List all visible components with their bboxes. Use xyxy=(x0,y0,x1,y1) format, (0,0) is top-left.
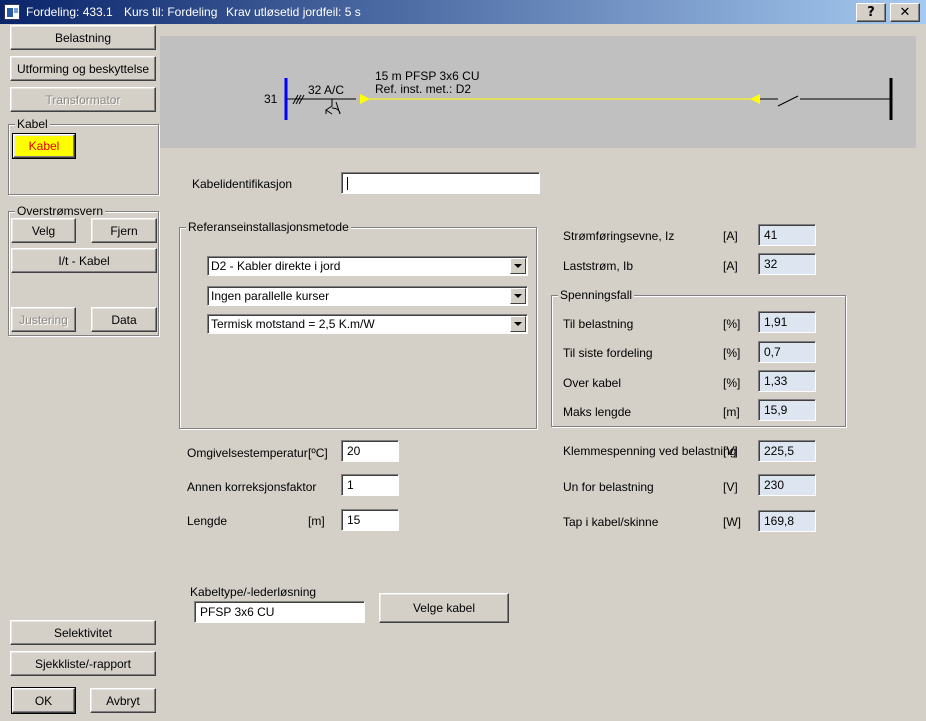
velge-kabel-button[interactable]: Velge kabel xyxy=(379,593,509,623)
ib-label: Laststrøm, Ib xyxy=(563,259,634,273)
transformator-button[interactable]: Transformator xyxy=(10,87,156,112)
tap-label: Tap i kabel/skinne xyxy=(563,515,659,529)
til-belastning-label: Til belastning xyxy=(563,317,634,331)
til-siste-fordeling-label: Til siste fordeling xyxy=(563,346,653,360)
breaker-icon xyxy=(325,99,341,115)
un-unit: [V] xyxy=(723,480,738,494)
app-icon xyxy=(4,4,20,20)
temp-label: Omgivelsestemperatur xyxy=(187,446,308,460)
klemmespenning-label: Klemmespenning ved belastning xyxy=(563,444,737,458)
lengde-input[interactable]: 15 xyxy=(341,509,399,531)
til-siste-fordeling-unit: [%] xyxy=(723,346,741,360)
termisk-motstand-value: Termisk motstand = 2,5 K.m/W xyxy=(211,317,375,331)
iz-label: Strømføringsevne, Iz xyxy=(563,229,675,243)
fjern-button[interactable]: Fjern xyxy=(91,218,157,243)
sjekkliste-button[interactable]: Sjekkliste/-rapport xyxy=(10,651,156,676)
maks-lengde-label: Maks lengde xyxy=(563,405,632,419)
it-kabel-button[interactable]: I/t - Kabel xyxy=(11,248,157,273)
single-line-diagram: 31 32 A/C 15 m PFSP 3x6 CU Ref. inst. me… xyxy=(160,36,916,148)
cable-label: 15 m PFSP 3x6 CU xyxy=(375,69,480,83)
ref-label: Ref. inst. met.: D2 xyxy=(375,82,472,96)
iz-unit: [A] xyxy=(723,229,738,243)
chevron-down-icon[interactable] xyxy=(510,316,526,332)
avbryt-button[interactable]: Avbryt xyxy=(90,688,156,713)
kabel-button[interactable]: Kabel xyxy=(12,133,76,159)
overstromsvern-group: Overstrømsvern Velg Fjern I/t - Kabel Ju… xyxy=(8,204,159,336)
lengde-unit: [m] xyxy=(308,514,325,528)
installasjonsmetode-value: D2 - Kabler direkte i jord xyxy=(211,259,341,273)
kabeltype-input[interactable]: PFSP 3x6 CU xyxy=(194,601,365,623)
kabelid-label: Kabelidentifikasjon xyxy=(192,177,293,191)
lengde-label: Lengde xyxy=(187,514,228,528)
maks-lengde-unit: [m] xyxy=(723,405,740,419)
ib-unit: [A] xyxy=(723,259,738,273)
kabeltype-label: Kabeltype/-lederløsning xyxy=(190,585,317,599)
switch-blade xyxy=(777,95,799,107)
parallelle-kurser-select[interactable]: Ingen parallelle kurser xyxy=(207,286,528,306)
window-title-kurs: Kurs til: Fordeling xyxy=(124,5,218,19)
ok-button[interactable]: OK xyxy=(11,687,76,714)
kabel-group-label: Kabel xyxy=(15,117,50,131)
korr-label: Annen korreksjonsfaktor xyxy=(187,480,317,494)
til-siste-fordeling-value: 0,7 xyxy=(758,341,816,363)
temp-unit: [ºC] xyxy=(308,446,328,460)
iz-value: 41 xyxy=(758,224,816,246)
over-kabel-unit: [%] xyxy=(723,376,741,390)
overstromsvern-group-label: Overstrømsvern xyxy=(15,204,106,218)
til-belastning-unit: [%] xyxy=(723,317,741,331)
close-button[interactable]: ✕ xyxy=(890,3,920,22)
referanse-group: Referanseinstallasjonsmetode D2 - Kabler… xyxy=(179,220,537,429)
title-bar: Fordeling: 433.1 Kurs til: Fordeling Kra… xyxy=(0,0,926,24)
maks-lengde-value: 15,9 xyxy=(758,399,816,421)
termisk-motstand-select[interactable]: Termisk motstand = 2,5 K.m/W xyxy=(207,314,528,334)
un-label: Un for belastning xyxy=(563,480,654,494)
tap-unit: [W] xyxy=(723,515,741,529)
velg-button[interactable]: Velg xyxy=(11,218,76,243)
utforming-button[interactable]: Utforming og beskyttelse xyxy=(10,56,156,81)
belastning-button[interactable]: Belastning xyxy=(10,25,156,50)
text-caret xyxy=(347,177,348,191)
chevron-down-icon[interactable] xyxy=(510,288,526,304)
chevron-down-icon[interactable] xyxy=(510,258,526,274)
cable-arrow-left xyxy=(360,94,370,104)
selektivitet-button[interactable]: Selektivitet xyxy=(10,620,156,645)
justering-button[interactable]: Justering xyxy=(11,307,76,332)
data-button[interactable]: Data xyxy=(91,307,157,332)
un-value: 230 xyxy=(758,474,816,496)
tap-value: 169,8 xyxy=(758,510,816,532)
kabelid-input[interactable] xyxy=(341,172,540,194)
klemmespenning-value: 225,5 xyxy=(758,440,816,462)
window-title-fordeling: Fordeling: 433.1 xyxy=(26,5,113,19)
klemmespenning-unit: [V] xyxy=(723,444,738,458)
breaker-label: 32 A/C xyxy=(308,83,345,97)
node-label: 31 xyxy=(264,92,278,106)
window-title-krav: Krav utløsetid jordfeil: 5 s xyxy=(226,5,361,19)
korr-input[interactable]: 1 xyxy=(341,474,399,496)
installasjonsmetode-select[interactable]: D2 - Kabler direkte i jord xyxy=(207,256,528,276)
parallelle-kurser-value: Ingen parallelle kurser xyxy=(211,289,330,303)
referanse-group-label: Referanseinstallasjonsmetode xyxy=(186,220,351,234)
ib-value: 32 xyxy=(758,253,816,275)
cable-arrow-right xyxy=(750,94,760,104)
til-belastning-value: 1,91 xyxy=(758,311,816,333)
over-kabel-value: 1,33 xyxy=(758,370,816,392)
over-kabel-label: Over kabel xyxy=(563,376,622,390)
temp-input[interactable]: 20 xyxy=(341,440,399,462)
spenningsfall-group-label: Spenningsfall xyxy=(558,288,635,302)
help-button[interactable]: ? xyxy=(856,3,886,22)
kabel-group: Kabel Kabel xyxy=(8,117,159,195)
